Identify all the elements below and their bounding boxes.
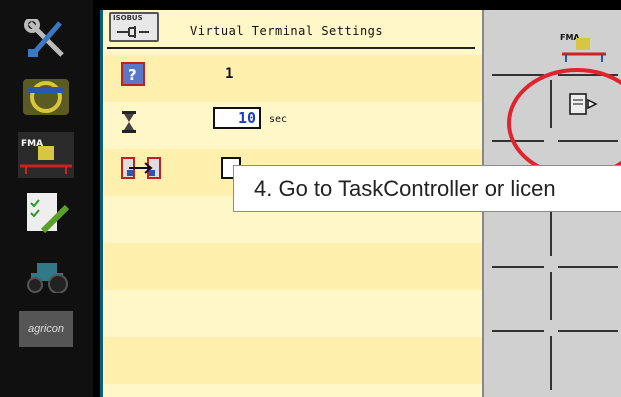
settings-row-2 [103,102,485,149]
title-divider [107,47,475,49]
settings-row-5 [103,243,485,290]
left-sidebar: FMA agricon [0,0,93,397]
softkey-divider [550,272,552,320]
sprayer-icon: FMA [560,33,606,62]
steering-button[interactable] [12,72,80,122]
tractor-icon [27,263,68,293]
help-question-icon: ? [121,62,145,86]
softkey-divider [558,266,618,268]
steering-wheel-icon [23,79,69,115]
tractor-button[interactable] [12,250,80,300]
panel-header: ISOBUS Virtual Terminal Settings [103,10,485,55]
softkey-divider [492,330,544,332]
agricon-logo: agricon [19,311,73,347]
page-title: Virtual Terminal Settings [190,24,384,38]
sprayer-icon: FMA [18,132,74,178]
fma-sprayer-button[interactable]: FMA [12,130,80,180]
instruction-tooltip: 4. Go to TaskController or licen [233,165,621,212]
hourglass-icon [121,110,137,134]
fma-softkey[interactable]: FMA [554,26,614,66]
settings-row-1 [103,55,485,102]
agricon-button[interactable]: agricon [12,304,80,354]
settings-row-6 [103,290,485,337]
softkey-divider [492,74,544,76]
settings-tools-button[interactable] [12,14,80,64]
softkey-divider [558,330,618,332]
svg-text:?: ? [128,66,137,84]
timeout-input[interactable]: 10 [213,107,261,129]
timeout-unit-label: sec [269,114,288,125]
softkey-divider [492,266,544,268]
connect-terminals-icon [121,156,161,180]
settings-row-7 [103,337,485,384]
isobus-logo: ISOBUS [109,12,159,42]
softkey-divider [550,208,552,256]
wrench-screwdriver-icon [24,19,64,57]
setting-value-1: 1 [225,66,234,82]
softkey-divider [550,336,552,390]
checklist-pencil-icon [27,193,69,234]
isobus-plug-icon [117,26,149,38]
task-checklist-button[interactable] [12,188,80,238]
